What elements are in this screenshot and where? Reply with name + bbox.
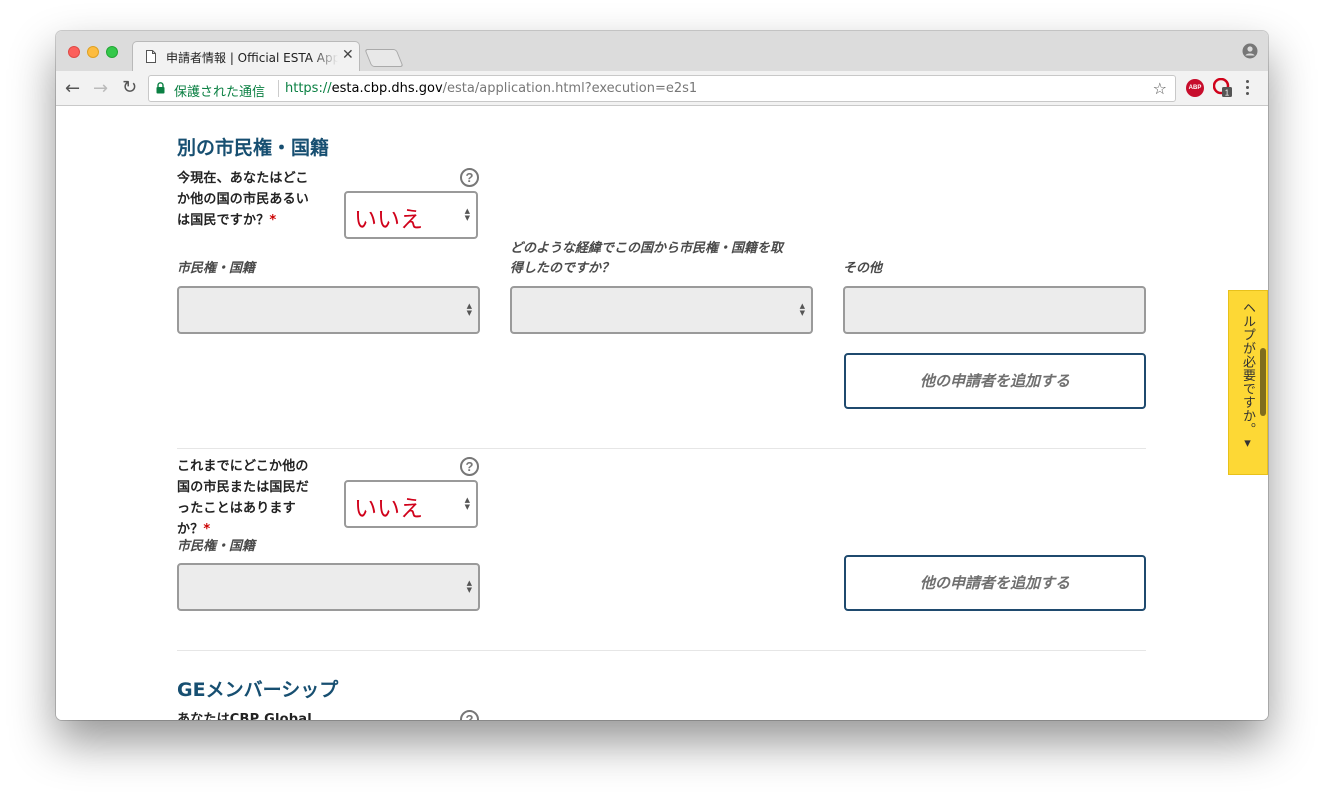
question-text: これまでにどこか他の国の市民または国民だったことはありますか？ <box>177 459 310 537</box>
other-input[interactable] <box>843 286 1146 334</box>
former-citizenship-select[interactable]: いいえ ▲ ▼ <box>344 480 478 528</box>
section-title-other-citizenship: 別の市民権・国籍 <box>177 137 330 159</box>
window-maximize-button[interactable] <box>106 46 118 58</box>
page-content: 別の市民権・国籍 今現在、あなたはどこか他の国の市民あるいは国民ですか？* ? … <box>56 106 1268 720</box>
menu-kebab-icon[interactable] <box>1246 80 1250 98</box>
question-current-citizenship: 今現在、あなたはどこか他の国の市民あるいは国民ですか？* <box>177 168 309 231</box>
select-value: いいえ <box>354 207 423 233</box>
tab-active[interactable]: 申請者情報 | Official ESTA Application ✕ <box>132 41 360 72</box>
back-arrow-icon[interactable]: ← <box>65 78 80 99</box>
required-marker: * <box>203 522 211 537</box>
select-arrows-icon: ▲ ▼ <box>464 207 470 222</box>
tab-strip: 申請者情報 | Official ESTA Application ✕ <box>56 31 1268 72</box>
divider <box>177 650 1146 651</box>
select-arrows-icon: ▲ ▼ <box>466 302 472 317</box>
citizenship-select[interactable]: ▲ ▼ <box>177 286 480 334</box>
lock-icon <box>156 82 165 94</box>
secure-label: 保護された通信 <box>174 85 266 100</box>
profile-icon[interactable] <box>1242 43 1258 59</box>
question-text: 今現在、あなたはどこか他の国の市民あるいは国民ですか？ <box>177 171 310 228</box>
url-scheme: https:// <box>285 81 332 96</box>
former-citizenship-country-select[interactable]: ▲ ▼ <box>177 563 480 611</box>
help-icon[interactable]: ? <box>460 457 479 476</box>
address-bar[interactable]: 保護された通信 https://esta.cbp.dhs.gov/esta/ap… <box>148 75 1176 102</box>
tab-close-icon[interactable]: ✕ <box>342 47 354 63</box>
question-former-citizenship: これまでにどこか他の国の市民または国民だったことはありますか？* <box>177 456 309 540</box>
extension-badge: 1 <box>1225 89 1230 98</box>
required-marker: * <box>269 213 277 228</box>
extension-icon[interactable]: 1 <box>1213 78 1233 98</box>
divider <box>177 448 1146 449</box>
citizenship-label: 市民権・国籍 <box>177 539 256 554</box>
reload-icon[interactable]: ↻ <box>122 77 137 98</box>
url-host: esta.cbp.dhs.gov <box>331 81 443 96</box>
add-applicant-button[interactable]: 他の申請者を追加する <box>844 353 1146 409</box>
how-acquired-label: どのような経緯でこの国から市民権・国籍を取得したのですか？ <box>510 241 784 276</box>
document-icon <box>146 50 156 63</box>
how-acquired-select[interactable]: ▲ ▼ <box>510 286 813 334</box>
citizenship-label: 市民権・国籍 <box>177 261 256 276</box>
tab-title: 申請者情報 | Official ESTA Application <box>166 51 338 65</box>
window-close-button[interactable] <box>68 46 80 58</box>
question-ge-membership: あなたはCBP Global <box>177 712 312 720</box>
url-path: /esta/application.html?execution=e2s1 <box>442 81 698 96</box>
current-citizenship-select[interactable]: いいえ ▲ ▼ <box>344 191 478 239</box>
select-arrows-icon: ▲ ▼ <box>466 579 472 594</box>
scrollbar-thumb[interactable] <box>1260 348 1266 416</box>
section-title-ge-membership: GEメンバーシップ <box>177 679 339 701</box>
browser-toolbar: ← → ↻ 保護された通信 https://esta.cbp.dhs.gov/e… <box>56 71 1268 106</box>
select-arrows-icon: ▲ ▼ <box>464 496 470 511</box>
help-icon[interactable]: ? <box>460 710 479 720</box>
help-icon[interactable]: ? <box>460 168 479 187</box>
browser-window: 申請者情報 | Official ESTA Application ✕ ← → … <box>56 31 1268 720</box>
bookmark-star-icon[interactable]: ☆ <box>1153 79 1167 98</box>
select-value: いいえ <box>354 496 423 522</box>
adblock-plus-icon[interactable]: ABP <box>1186 79 1204 97</box>
url-text: https://esta.cbp.dhs.gov/esta/applicatio… <box>285 81 697 96</box>
other-label: その他 <box>843 261 883 276</box>
help-tab-label: ヘルプが必要ですか。▾ <box>1240 301 1255 452</box>
new-tab-button[interactable] <box>364 49 404 67</box>
url-separator <box>278 80 279 97</box>
add-applicant-button[interactable]: 他の申請者を追加する <box>844 555 1146 611</box>
window-minimize-button[interactable] <box>87 46 99 58</box>
select-arrows-icon: ▲ ▼ <box>799 302 805 317</box>
forward-arrow-icon[interactable]: → <box>93 78 108 99</box>
